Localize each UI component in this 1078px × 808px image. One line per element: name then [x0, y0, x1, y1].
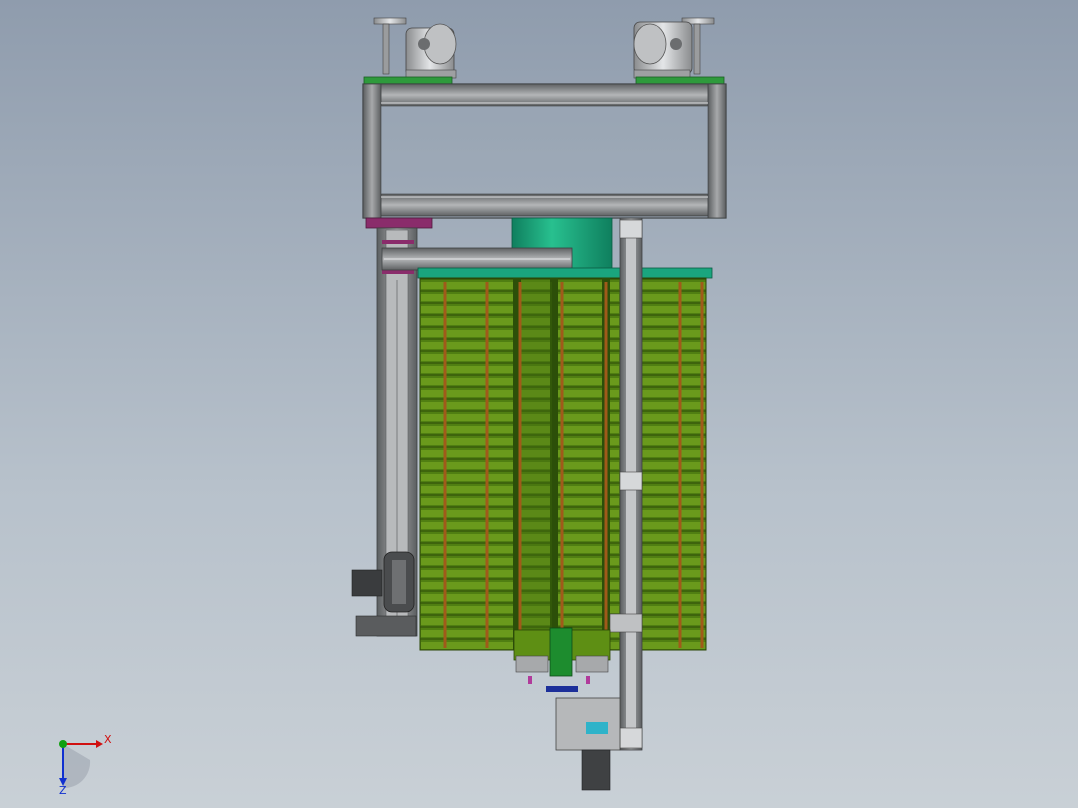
x-axis-arrow-icon: [96, 740, 103, 748]
bottom-left-drive: [351, 551, 417, 637]
horizontal-arm: [381, 247, 573, 271]
gripper-assembly: [513, 627, 621, 791]
x-axis-label: X: [104, 733, 112, 746]
y-axis-dot-icon: [59, 740, 67, 748]
cad-viewport[interactable]: X Z: [0, 0, 1078, 808]
assembly-drawing: [59, 17, 727, 791]
top-frame: [362, 83, 727, 219]
caster-right: [633, 17, 715, 79]
storage-rack: [417, 267, 713, 651]
caster-left: [373, 17, 457, 79]
axis-triad: [59, 740, 103, 789]
z-axis-label: Z: [59, 784, 67, 797]
